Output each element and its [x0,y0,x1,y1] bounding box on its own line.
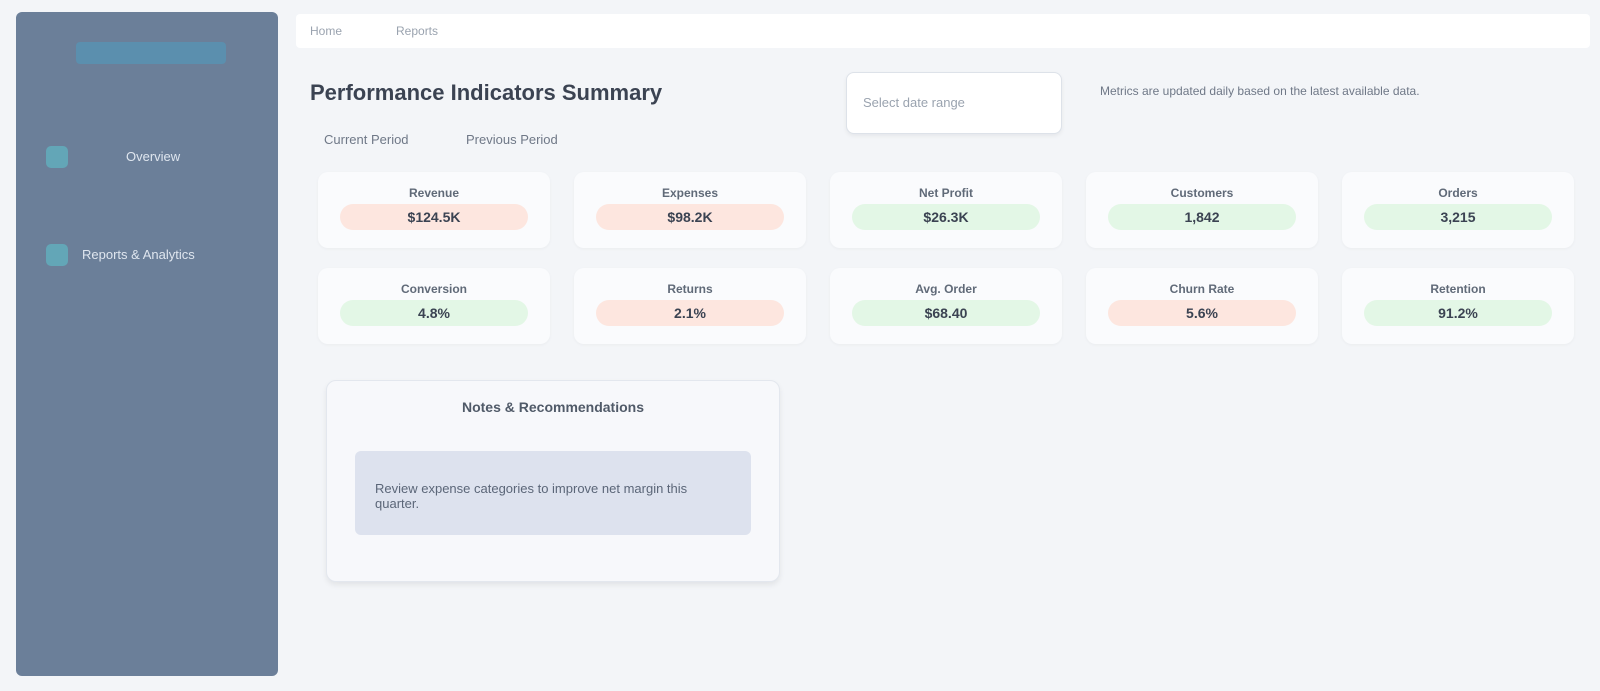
kpi-card[interactable]: Avg. Order $68.40 [830,268,1062,344]
kpi-card[interactable]: Expenses $98.2K [574,172,806,248]
tab-previous-period[interactable]: Previous Period [466,132,558,147]
kpi-card[interactable]: Revenue $124.5K [318,172,550,248]
sidebar-item-reports[interactable]: Reports & Analytics [16,238,278,272]
sidebar-item-label: Overview [126,149,181,164]
date-range-filter[interactable]: Select date range [846,72,1062,134]
panel-title: Notes & Recommendations [461,399,645,415]
kpi-title: Returns [667,282,713,296]
page-title: Performance Indicators Summary [310,80,663,105]
kpi-card[interactable]: Churn Rate 5.6% [1086,268,1318,344]
top-bar: Home Reports [296,14,1590,48]
info-text: Metrics are updated daily based on the l… [1100,84,1420,98]
kpi-title: Orders [1438,186,1478,200]
kpi-value: $98.2K [596,204,784,230]
kpi-value: 5.6% [1108,300,1296,326]
kpi-title: Avg. Order [915,282,977,296]
kpi-title: Expenses [661,186,719,200]
kpi-value: $68.40 [852,300,1040,326]
app-logo[interactable] [76,42,226,64]
breadcrumb-current[interactable]: Reports [396,24,438,38]
kpi-card[interactable]: Orders 3,215 [1342,172,1574,248]
kpi-value: $124.5K [340,204,528,230]
kpi-value: 3,215 [1364,204,1552,230]
kpi-card[interactable]: Net Profit $26.3K [830,172,1062,248]
kpi-card[interactable]: Retention 91.2% [1342,268,1574,344]
kpi-value: 1,842 [1108,204,1296,230]
kpi-title: Churn Rate [1169,282,1235,296]
sidebar-item-overview[interactable]: Overview [16,140,278,174]
notes-panel: Notes & Recommendations Review expense c… [326,380,780,582]
grid-icon [46,146,68,168]
kpi-card[interactable]: Customers 1,842 [1086,172,1318,248]
kpi-value: 2.1% [596,300,784,326]
kpi-value: 91.2% [1364,300,1552,326]
breadcrumb-home[interactable]: Home [310,24,342,38]
sidebar: Overview Reports & Analytics [16,12,278,676]
filter-placeholder: Select date range [863,95,965,110]
panel-body: Review expense categories to improve net… [355,451,751,535]
kpi-title: Net Profit [919,186,973,200]
sidebar-item-label: Reports & Analytics [82,247,195,262]
kpi-value: 4.8% [340,300,528,326]
kpi-title: Conversion [400,282,467,296]
chart-icon [46,244,68,266]
kpi-title: Customers [1170,186,1234,200]
kpi-card[interactable]: Conversion 4.8% [318,268,550,344]
kpi-card[interactable]: Returns 2.1% [574,268,806,344]
kpi-title: Retention [1430,282,1486,296]
panel-text: Review expense categories to improve net… [375,481,688,511]
kpi-title: Revenue [408,186,460,200]
tab-current-period[interactable]: Current Period [324,132,409,147]
kpi-value: $26.3K [852,204,1040,230]
